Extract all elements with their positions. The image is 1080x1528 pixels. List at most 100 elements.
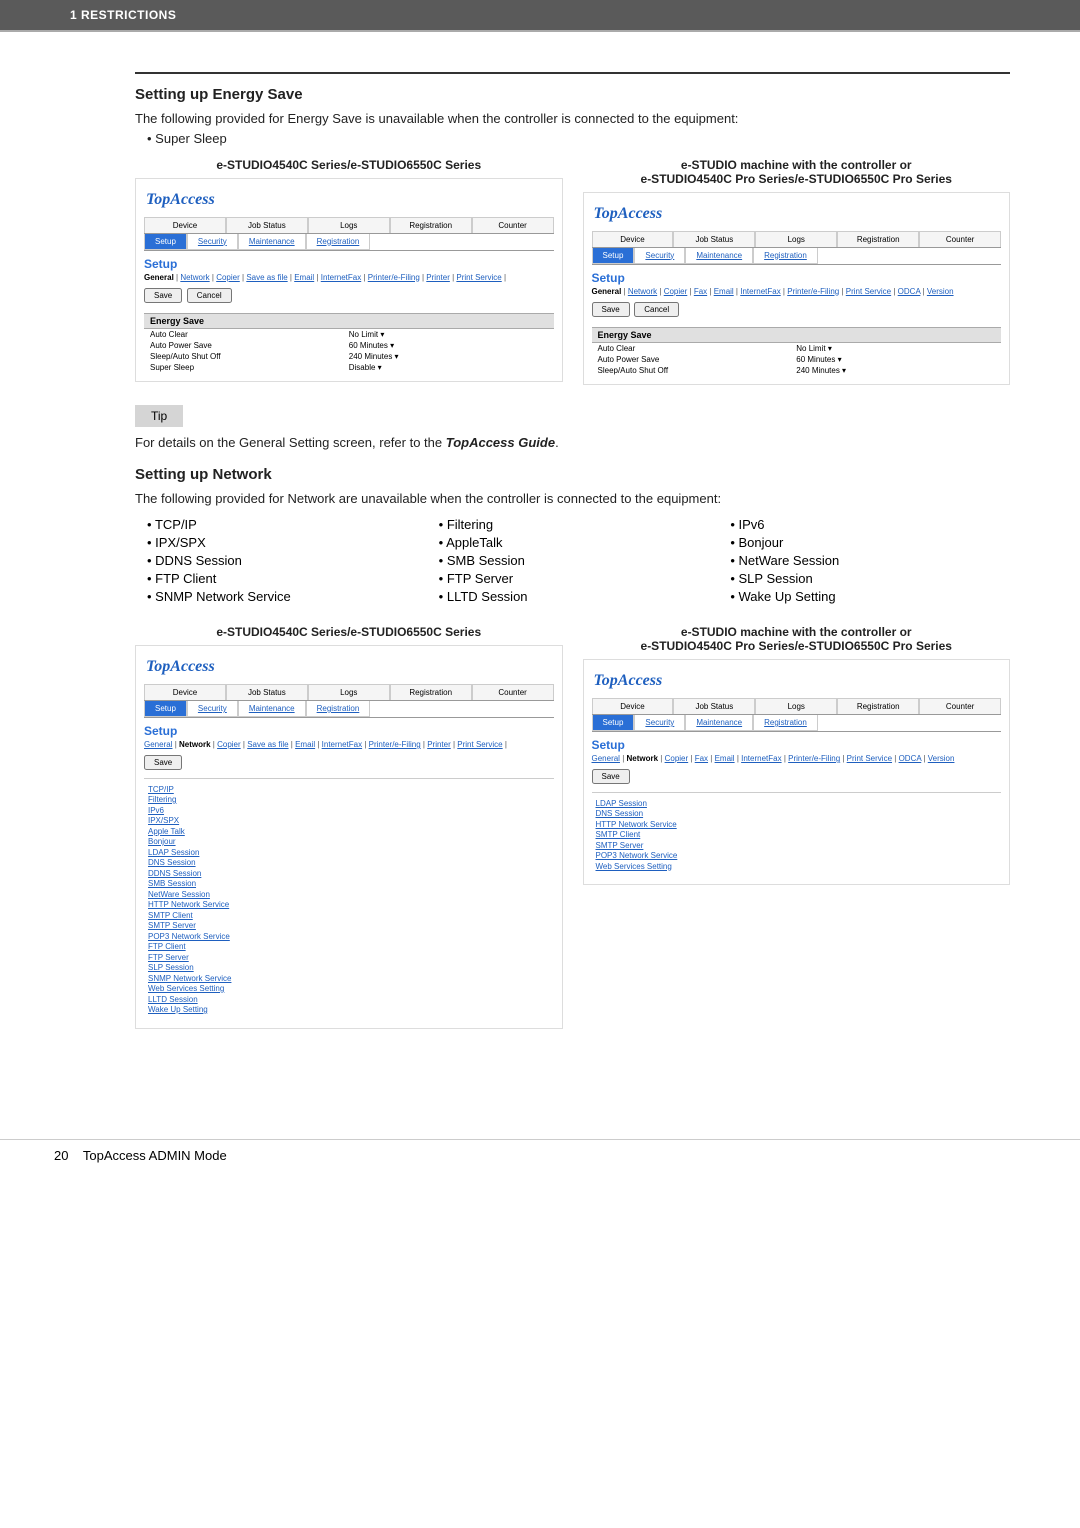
link[interactable]: TCP/IP [148,785,174,794]
link[interactable]: HTTP Network Service [148,900,229,909]
link[interactable]: SMTP Server [148,921,196,930]
link[interactable]: Web Services Setting [596,862,672,871]
cancel-button[interactable]: Cancel [634,302,679,317]
tab-jobstatus[interactable]: Job Status [226,684,308,700]
link[interactable]: Filtering [148,795,176,804]
row-sleep: Sleep/Auto Shut Off240 Minutes ▾ [144,351,554,362]
tab-maintenance[interactable]: Maintenance [238,701,306,717]
col-left: e-STUDIO4540C Series/e-STUDIO6550C Serie… [135,625,563,1029]
li: NetWare Session [730,553,1010,568]
li: IPv6 [730,517,1010,532]
tab-device[interactable]: Device [592,698,674,714]
topaccess-logo: TopAccess [592,668,1002,694]
tab-logs[interactable]: Logs [755,698,837,714]
link[interactable]: SLP Session [148,963,194,972]
tab-registration2[interactable]: Registration [306,701,371,717]
tab-device[interactable]: Device [144,684,226,700]
tab-jobstatus[interactable]: Job Status [226,217,308,233]
tab-jobstatus[interactable]: Job Status [673,698,755,714]
topaccess-logo: TopAccess [144,187,554,213]
tab-counter[interactable]: Counter [919,231,1001,247]
tab-maintenance[interactable]: Maintenance [685,248,753,264]
left-links: TCP/IP Filtering IPv6 IPX/SPX Apple Talk… [144,778,554,1020]
tab-registration[interactable]: Registration [390,217,472,233]
link[interactable]: IPv6 [148,806,164,815]
li: AppleTalk [439,535,719,550]
link[interactable]: Bonjour [148,837,176,846]
tab-security[interactable]: Security [634,715,685,731]
row-autoclear: Auto ClearNo Limit ▾ [144,329,554,340]
tab-device[interactable]: Device [144,217,226,233]
link[interactable]: DDNS Session [148,869,201,878]
cancel-button[interactable]: Cancel [187,288,232,303]
energy-save-bar: Energy Save [144,313,554,329]
tab-setup[interactable]: Setup [144,234,187,250]
col1: TCP/IP IPX/SPX DDNS Session FTP Client S… [135,514,427,607]
tab-registration[interactable]: Registration [390,684,472,700]
screenshot-left: TopAccess Device Job Status Logs Registr… [135,178,563,382]
tab-counter[interactable]: Counter [472,684,554,700]
caption-right2: e-STUDIO machine with the controller or … [583,625,1011,653]
tab-registration[interactable]: Registration [837,231,919,247]
btn-row: Save Cancel [144,288,554,303]
tab-registration[interactable]: Registration [837,698,919,714]
screenshot-right: TopAccess Device Job Status Logs Registr… [583,192,1011,385]
setup-title: Setup [592,271,1002,285]
link[interactable]: SMTP Server [596,841,644,850]
tab-device[interactable]: Device [592,231,674,247]
link[interactable]: SMTP Client [596,830,641,839]
link[interactable]: Web Services Setting [148,984,224,993]
tab-security[interactable]: Security [634,248,685,264]
tab-security[interactable]: Security [187,234,238,250]
energy-save-bar: Energy Save [592,327,1002,343]
topaccess-logo: TopAccess [592,201,1002,227]
link[interactable]: HTTP Network Service [596,820,677,829]
save-button[interactable]: Save [592,302,630,317]
caption-left: e-STUDIO4540C Series/e-STUDIO6550C Serie… [135,158,563,172]
tab-logs[interactable]: Logs [308,217,390,233]
setup-title: Setup [144,257,554,271]
li: LLTD Session [439,589,719,604]
li: FTP Client [147,571,427,586]
link[interactable]: FTP Client [148,942,186,951]
screenshot-right2: TopAccess Device Job Status Logs Registr… [583,659,1011,885]
link[interactable]: FTP Server [148,953,189,962]
link[interactable]: POP3 Network Service [148,932,230,941]
link[interactable]: Wake Up Setting [148,1005,208,1014]
content: Setting up Energy Save The following pro… [0,32,1080,1029]
link[interactable]: NetWare Session [148,890,210,899]
tab-maintenance[interactable]: Maintenance [685,715,753,731]
tab-jobstatus[interactable]: Job Status [673,231,755,247]
header-text: 1 RESTRICTIONS [70,8,176,22]
tabs-row1: Device Job Status Logs Registration Coun… [592,698,1002,715]
link[interactable]: SMB Session [148,879,196,888]
save-button[interactable]: Save [144,755,182,770]
tab-counter[interactable]: Counter [472,217,554,233]
link[interactable]: DNS Session [148,858,196,867]
tab-registration2[interactable]: Registration [306,234,371,250]
tab-setup[interactable]: Setup [592,248,635,264]
link[interactable]: DNS Session [596,809,644,818]
link[interactable]: SNMP Network Service [148,974,231,983]
tab-registration2[interactable]: Registration [753,248,818,264]
tab-setup[interactable]: Setup [592,715,635,731]
link[interactable]: IPX/SPX [148,816,179,825]
tab-counter[interactable]: Counter [919,698,1001,714]
save-button[interactable]: Save [592,769,630,784]
page-number: 20 [54,1148,68,1163]
link[interactable]: POP3 Network Service [596,851,678,860]
save-button[interactable]: Save [144,288,182,303]
link[interactable]: Apple Talk [148,827,185,836]
network-bullets: TCP/IP IPX/SPX DDNS Session FTP Client S… [135,514,1010,607]
tab-maintenance[interactable]: Maintenance [238,234,306,250]
row-supersleep: Super SleepDisable ▾ [144,362,554,373]
tab-logs[interactable]: Logs [308,684,390,700]
tab-logs[interactable]: Logs [755,231,837,247]
tab-setup[interactable]: Setup [144,701,187,717]
tab-security[interactable]: Security [187,701,238,717]
link[interactable]: LDAP Session [148,848,199,857]
link[interactable]: LDAP Session [596,799,647,808]
link[interactable]: SMTP Client [148,911,193,920]
link[interactable]: LLTD Session [148,995,198,1004]
tab-registration2[interactable]: Registration [753,715,818,731]
